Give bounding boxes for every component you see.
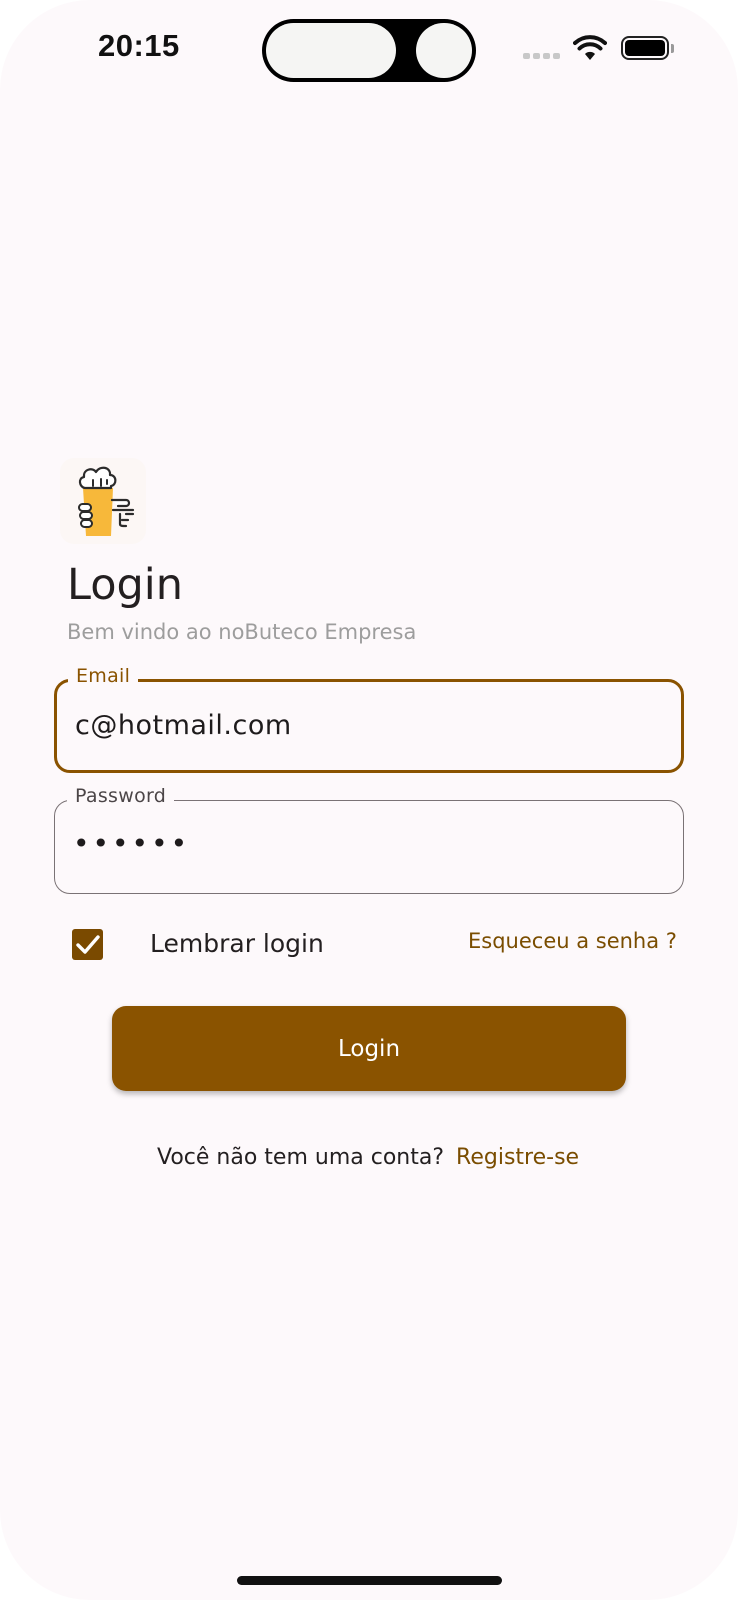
login-button[interactable]: Login (112, 1006, 626, 1091)
register-link[interactable]: Registre-se (456, 1145, 579, 1170)
password-field[interactable]: Password •••••• (54, 785, 684, 894)
status-time: 20:15 (98, 28, 180, 63)
register-prompt: Você não tem uma conta? (157, 1145, 445, 1170)
checkmark-icon (76, 935, 100, 954)
password-label: Password (67, 785, 175, 807)
register-row: Você não tem uma conta? Registre-se (157, 1145, 579, 1170)
page-title: Login (67, 560, 184, 610)
remember-checkbox[interactable] (72, 929, 103, 960)
forgot-password-link[interactable]: Esqueceu a senha ? (468, 929, 677, 953)
beer-mug-hand-icon (60, 458, 146, 544)
wifi-icon (573, 35, 607, 66)
email-label: Email (68, 665, 139, 687)
battery-icon (621, 36, 669, 60)
email-field[interactable]: Email c@hotmail.com (54, 665, 684, 773)
phone-screen: 20:15 Login Bem vindo ao noButeco Empres… (0, 0, 738, 1600)
remember-label[interactable]: Lembrar login (150, 929, 324, 958)
page-subtitle: Bem vindo ao noButeco Empresa (67, 620, 417, 644)
email-input[interactable]: c@hotmail.com (75, 710, 292, 741)
cellular-signal-icon (523, 53, 563, 61)
password-input[interactable]: •••••• (73, 827, 190, 860)
home-indicator[interactable] (237, 1576, 502, 1585)
dynamic-island (262, 19, 476, 82)
